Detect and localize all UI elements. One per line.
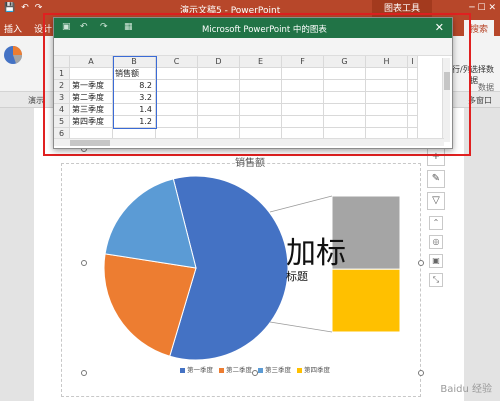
legend-label: 第一季度 [187,366,213,374]
legend-item[interactable]: 第三季度 [258,364,291,374]
table-cell[interactable] [366,80,408,92]
legend-label: 第三季度 [265,366,291,374]
expand-icon[interactable]: ⤡ [429,273,443,287]
series-line-1 [269,195,333,213]
table-cell[interactable] [408,80,418,92]
legend-swatch [297,367,302,373]
column-header[interactable]: I [408,56,418,68]
watermark: Baidu 经验 [440,384,492,395]
table-cell[interactable] [156,116,198,128]
resize-handle[interactable] [81,260,87,266]
slide-big-text[interactable]: 加标 [286,228,346,272]
table-cell[interactable] [198,116,240,128]
table-cell[interactable] [282,80,324,92]
table-cell[interactable] [366,92,408,104]
resize-handle[interactable] [252,370,258,376]
table-cell[interactable] [324,92,366,104]
table-cell[interactable] [70,68,113,80]
table-cell[interactable] [156,92,198,104]
column-header[interactable]: C [156,56,198,68]
chart-styles-brush-icon[interactable]: ✎ [427,170,445,188]
legend-item[interactable]: 第二季度 [219,364,252,374]
table-cell[interactable] [240,104,282,116]
row-header[interactable]: 1 [54,68,70,80]
row-header[interactable]: 3 [54,92,70,104]
legend-item[interactable]: 第一季度 [180,364,213,374]
table-cell[interactable] [366,116,408,128]
table-cell[interactable] [198,80,240,92]
resize-handle[interactable] [418,260,424,266]
table-cell[interactable]: 第三季度 [70,104,113,116]
legend-swatch [180,367,185,373]
excel-title-bar: ▣ ↶ ↷ ▦ Microsoft PowerPoint 中的图表 ✕ [54,18,452,38]
column-header[interactable]: H [366,56,408,68]
stacked-bar-segment-2[interactable] [331,268,401,333]
arrow-up-icon[interactable]: ⌃ [429,216,443,230]
table-cell[interactable] [156,104,198,116]
table-cell[interactable] [282,92,324,104]
table-cell[interactable] [324,116,366,128]
row-header[interactable]: 2 [54,80,70,92]
table-cell[interactable] [240,80,282,92]
table-cell[interactable]: 第四季度 [70,116,113,128]
legend-swatch [258,367,263,373]
column-header[interactable]: G [324,56,366,68]
excel-chart-data-window: ▣ ↶ ↷ ▦ Microsoft PowerPoint 中的图表 ✕ ABCD… [53,17,453,149]
row-header[interactable]: 5 [54,116,70,128]
table-cell[interactable] [198,68,240,80]
table-cell[interactable]: 第二季度 [70,92,113,104]
table-cell[interactable] [408,68,418,80]
vertical-scrollbar[interactable] [442,58,450,142]
resize-handle[interactable] [418,370,424,376]
chart-filter-icon[interactable]: ▽ [427,192,445,210]
close-icon[interactable]: ✕ [435,21,444,34]
column-header[interactable] [54,56,70,68]
table-cell[interactable] [408,116,418,128]
redo-icon[interactable]: ↷ [100,22,108,32]
settings-icon[interactable]: ◎ [429,235,443,249]
horizontal-scrollbar[interactable] [54,138,444,146]
app-window: 💾 ↶ ↷ 演示文稿5 - PowerPoint 图表工具 ─ ☐ ✕ 插入 设… [0,0,500,401]
table-cell[interactable] [240,116,282,128]
save-icon[interactable]: ▣ [62,22,71,32]
table-cell[interactable] [240,68,282,80]
column-header[interactable]: F [282,56,324,68]
selection-range [113,56,157,129]
table-cell[interactable] [324,104,366,116]
legend-label: 第二季度 [226,366,252,374]
column-header[interactable]: A [70,56,113,68]
scrollbar-thumb[interactable] [70,140,110,146]
column-header[interactable]: D [198,56,240,68]
column-header[interactable]: E [240,56,282,68]
table-cell[interactable] [366,68,408,80]
table-cell[interactable] [198,92,240,104]
table-cell[interactable] [324,68,366,80]
table-cell[interactable] [282,68,324,80]
chart-side-tools: + ✎ ▽ ⌃ ◎ ▣ ⤡ [427,148,447,292]
table-cell[interactable] [324,80,366,92]
table-cell[interactable] [198,104,240,116]
table-cell[interactable] [156,68,198,80]
resize-handle[interactable] [81,370,87,376]
legend-item[interactable]: 第四季度 [297,364,330,374]
legend-label: 第四季度 [304,366,330,374]
undo-icon[interactable]: ↶ [80,22,88,32]
layers-icon[interactable]: ▣ [429,254,443,268]
table-cell[interactable] [408,92,418,104]
table-cell[interactable] [282,104,324,116]
excel-toolbar-strip [54,38,452,56]
table-cell[interactable]: 第一季度 [70,80,113,92]
table-cell[interactable] [408,104,418,116]
table-cell[interactable] [282,116,324,128]
table-cell[interactable] [240,92,282,104]
row-header[interactable]: 4 [54,104,70,116]
table-cell[interactable] [156,80,198,92]
legend-swatch [219,367,224,373]
slide-small-text[interactable]: 标题 [286,268,308,284]
scrollbar-thumb[interactable] [444,72,450,90]
excel-window-title: Microsoft PowerPoint 中的图表 [202,25,327,35]
table-cell[interactable] [366,104,408,116]
series-line-2 [269,321,333,333]
edit-in-excel-icon[interactable]: ▦ [124,22,133,32]
